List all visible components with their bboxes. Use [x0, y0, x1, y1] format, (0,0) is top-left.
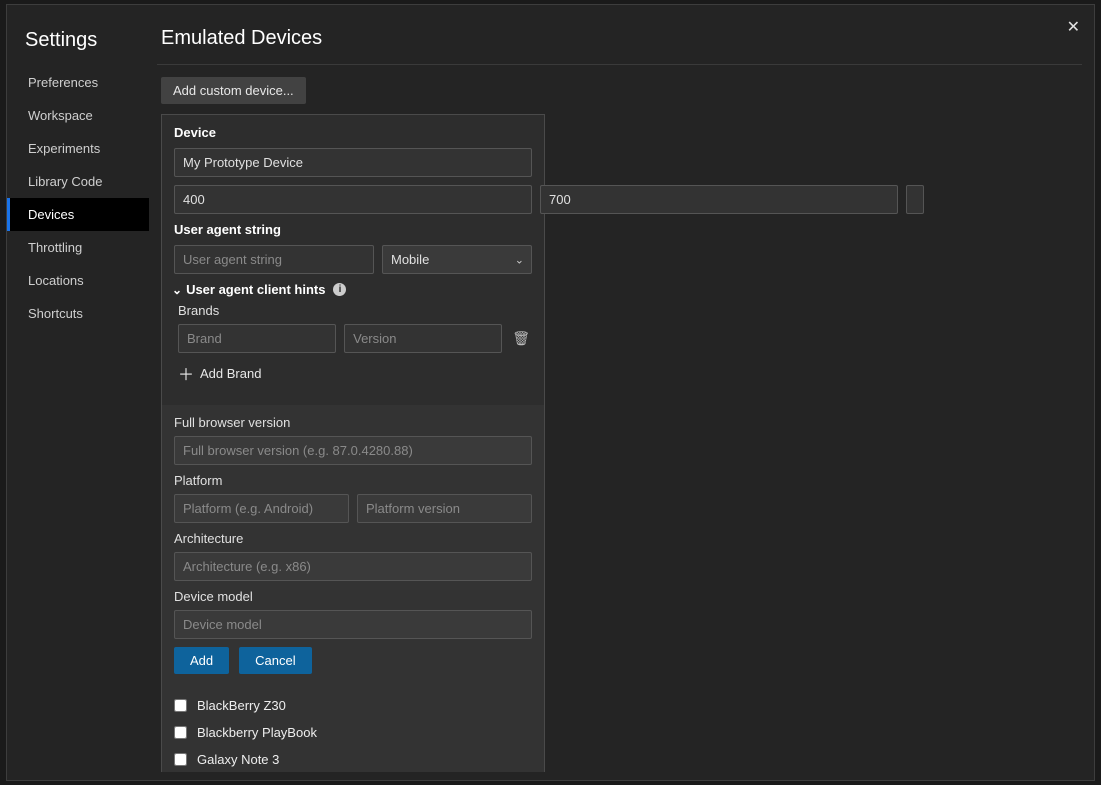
architecture-label: Architecture [174, 531, 532, 546]
device-list: BlackBerry Z30 Blackberry PlayBook Galax… [162, 684, 544, 772]
chevron-down-icon: ⌄ [172, 283, 182, 297]
user-agent-string-input[interactable] [174, 245, 374, 274]
add-brand-label: Add Brand [200, 366, 261, 381]
device-editor-panel: Device User agent string Mobile [161, 114, 545, 772]
brands-label: Brands [178, 303, 532, 318]
add-brand-button[interactable]: ＋ Add Brand [178, 361, 532, 385]
page-title: Emulated Devices [157, 23, 1082, 65]
sidebar: Settings Preferences Workspace Experimen… [7, 5, 149, 780]
device-model-input[interactable] [174, 610, 532, 639]
platform-version-input[interactable] [357, 494, 532, 523]
trash-icon[interactable]: 🗑 [510, 330, 532, 347]
sidebar-item-locations[interactable]: Locations [7, 264, 149, 297]
device-checkbox[interactable] [174, 699, 187, 712]
user-agent-section-label: User agent string [174, 222, 532, 237]
client-hints-label: User agent client hints [186, 282, 325, 297]
brand-input[interactable] [178, 324, 336, 353]
sidebar-item-workspace[interactable]: Workspace [7, 99, 149, 132]
full-browser-version-label: Full browser version [174, 415, 532, 430]
sidebar-item-shortcuts[interactable]: Shortcuts [7, 297, 149, 330]
device-list-item[interactable]: Blackberry PlayBook [172, 719, 534, 746]
user-agent-type-select[interactable]: Mobile [382, 245, 532, 274]
device-list-item[interactable]: BlackBerry Z30 [172, 692, 534, 719]
device-model-label: Device model [174, 589, 532, 604]
sidebar-item-preferences[interactable]: Preferences [7, 66, 149, 99]
main-content: Emulated Devices Add custom device... De… [157, 23, 1086, 772]
device-checkbox[interactable] [174, 753, 187, 766]
device-label: Blackberry PlayBook [197, 725, 317, 740]
device-width-input[interactable] [174, 185, 532, 214]
sidebar-item-devices[interactable]: Devices [7, 198, 149, 231]
platform-label: Platform [174, 473, 532, 488]
cancel-button[interactable]: Cancel [239, 647, 311, 674]
device-list-item[interactable]: Galaxy Note 3 [172, 746, 534, 772]
device-name-input[interactable] [174, 148, 532, 177]
device-section-label: Device [174, 125, 532, 140]
device-label: Galaxy Note 3 [197, 752, 279, 767]
add-custom-device-button[interactable]: Add custom device... [161, 77, 306, 104]
device-label: BlackBerry Z30 [197, 698, 286, 713]
architecture-input[interactable] [174, 552, 532, 581]
full-browser-version-input[interactable] [174, 436, 532, 465]
device-height-input[interactable] [540, 185, 898, 214]
brand-version-input[interactable] [344, 324, 502, 353]
sidebar-item-experiments[interactable]: Experiments [7, 132, 149, 165]
client-hints-expander[interactable]: ⌄ User agent client hints i [172, 282, 532, 297]
sidebar-title: Settings [7, 29, 149, 66]
device-checkbox[interactable] [174, 726, 187, 739]
info-icon[interactable]: i [333, 283, 346, 296]
plus-icon: ＋ [178, 361, 194, 385]
device-pixel-ratio-input[interactable] [906, 185, 924, 214]
sidebar-item-library-code[interactable]: Library Code [7, 165, 149, 198]
platform-input[interactable] [174, 494, 349, 523]
sidebar-item-throttling[interactable]: Throttling [7, 231, 149, 264]
add-button[interactable]: Add [174, 647, 229, 674]
